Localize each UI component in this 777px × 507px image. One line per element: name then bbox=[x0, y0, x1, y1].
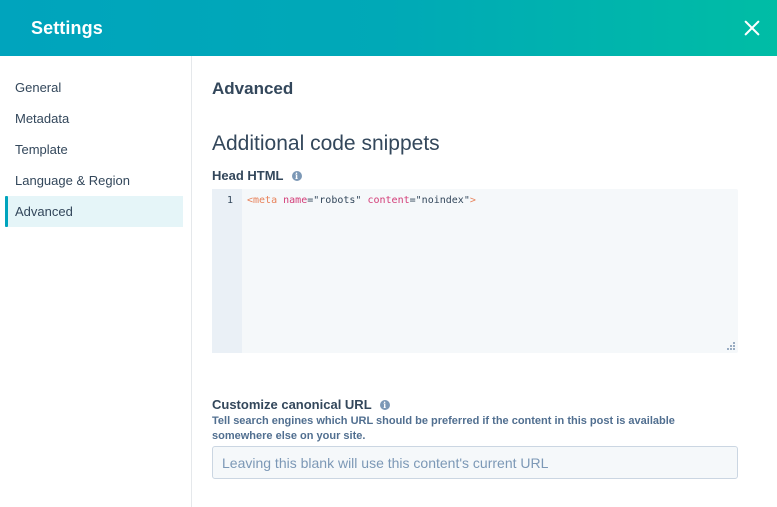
head-html-label: Head HTML i bbox=[212, 168, 302, 183]
code-token-tag-close: > bbox=[469, 195, 476, 206]
line-number-gutter: 1 bbox=[212, 189, 242, 353]
head-html-code-editor[interactable]: 1 <meta name="robots" content="noindex"> bbox=[212, 189, 738, 353]
resize-handle-icon[interactable] bbox=[727, 342, 735, 350]
code-token-attr: content bbox=[367, 195, 410, 206]
info-icon[interactable]: i bbox=[379, 399, 390, 410]
sidebar-item-language-region[interactable]: Language & Region bbox=[5, 165, 183, 196]
settings-sidebar: General Metadata Template Language & Reg… bbox=[0, 56, 192, 507]
settings-header: Settings bbox=[0, 0, 777, 56]
sidebar-item-metadata[interactable]: Metadata bbox=[5, 103, 183, 134]
canonical-url-help-text: Tell search engines which URL should be … bbox=[212, 415, 675, 442]
subsection-title: Additional code snippets bbox=[212, 132, 440, 155]
section-title: Advanced bbox=[212, 79, 294, 98]
code-token-string: "noindex" bbox=[415, 195, 470, 206]
page-title: Settings bbox=[31, 17, 103, 38]
code-token-string: "robots" bbox=[313, 195, 362, 206]
sidebar-item-general[interactable]: General bbox=[5, 72, 183, 103]
close-icon[interactable] bbox=[741, 17, 763, 39]
code-token-tag-open: <meta bbox=[247, 195, 278, 206]
canonical-url-input[interactable] bbox=[212, 446, 738, 479]
code-line[interactable]: <meta name="robots" content="noindex"> bbox=[242, 189, 476, 353]
sidebar-item-template[interactable]: Template bbox=[5, 134, 183, 165]
sidebar-item-advanced[interactable]: Advanced bbox=[5, 196, 183, 227]
line-number: 1 bbox=[226, 195, 233, 206]
code-token-attr: name bbox=[283, 195, 308, 206]
info-icon[interactable]: i bbox=[291, 170, 302, 181]
head-html-label-text: Head HTML bbox=[212, 168, 284, 183]
canonical-url-label: Customize canonical URL i bbox=[212, 397, 390, 412]
canonical-url-label-text: Customize canonical URL bbox=[212, 397, 372, 412]
